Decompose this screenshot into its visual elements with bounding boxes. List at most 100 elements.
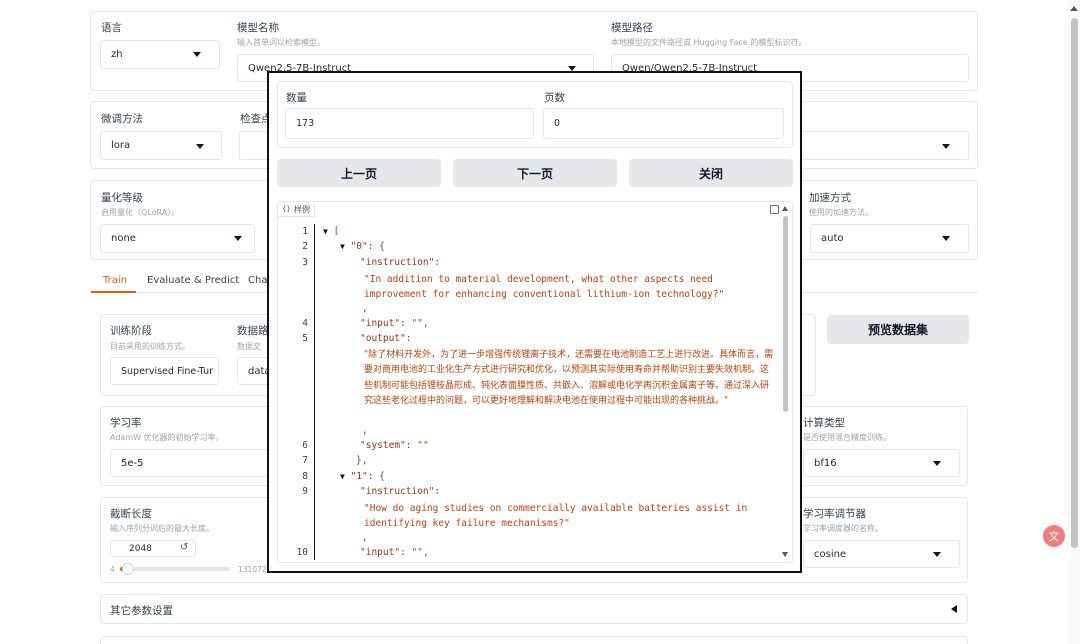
finetune-method-label: 微调方法 <box>101 113 143 125</box>
json-key-1: "1" <box>350 471 368 482</box>
scheduler-hint: 学习率调度器的名称。 <box>803 524 883 533</box>
close-button[interactable]: 关闭 <box>629 159 793 187</box>
code-scrollbar-thumb[interactable] <box>783 216 788 412</box>
accel-value: auto <box>821 233 844 244</box>
chevron-down-icon <box>942 236 950 241</box>
model-path-hint: 本地模型的文件路径或 Hugging Face 的模型标识符。 <box>611 38 807 47</box>
line-number: 7 <box>302 455 308 466</box>
preview-dataset-button[interactable]: 预览数据集 <box>827 315 969 344</box>
line-number: 10 <box>296 547 308 558</box>
count-value: 173 <box>296 118 315 129</box>
finetune-method-value: lora <box>111 140 131 151</box>
json-key-instruction: "instruction" <box>360 257 435 268</box>
line-number: 3 <box>302 257 308 268</box>
chevron-down-icon <box>933 461 941 466</box>
cutoff-slider-thumb[interactable] <box>122 563 134 575</box>
train-stage-label: 训练阶段 <box>110 325 152 337</box>
model-name-hint: 输入首单词以检索模型。 <box>237 38 325 47</box>
code-line-1: ▼ [ <box>323 226 778 237</box>
code-scroll-up-icon[interactable] <box>782 206 788 211</box>
braces-icon: {} <box>282 205 291 213</box>
translate-icon[interactable]: 文 <box>1043 525 1065 547</box>
dataset-dir-label: 数据路 <box>237 325 269 337</box>
chevron-down-icon <box>933 552 941 557</box>
json-key-input: "input" <box>360 318 401 329</box>
json-key-input: "input" <box>360 547 401 558</box>
dataset-preview-modal: 数量 173 页数 0 上一页 下一页 关闭 {} 样例 1 2 3 4 5 6… <box>267 71 802 573</box>
output-0-value: "除了材料开发外，为了进一步增强传统锂离子技术，还需要在电池制造工艺上进行改进。… <box>364 350 774 406</box>
model-name-label: 模型名称 <box>237 22 279 34</box>
compute-type-hint: 是否使用混合精度训练。 <box>803 433 891 442</box>
page-label: 页数 <box>544 92 565 104</box>
code-line-9: "instruction": <box>360 486 441 497</box>
lang-value: zh <box>111 49 123 60</box>
page-scrollbar-thumb[interactable] <box>1071 18 1078 548</box>
quant-value: none <box>111 233 136 244</box>
train-stage-select[interactable]: Supervised Fine-Tur <box>110 357 219 385</box>
input-0-value: "" <box>411 318 423 329</box>
open-bracket: [ <box>333 226 340 237</box>
cutoff-label: 截断长度 <box>110 508 152 520</box>
tab-evaluate[interactable]: Evaluate & Predict <box>147 275 239 286</box>
line-number: 1 <box>302 226 308 237</box>
line-number: 6 <box>302 440 308 451</box>
reset-icon[interactable]: ↺ <box>180 542 188 553</box>
count-input: 173 <box>285 108 534 139</box>
chevron-down-icon <box>196 144 204 149</box>
chevron-down-icon <box>942 144 950 149</box>
collapse-triangle-icon[interactable]: ▼ <box>340 242 345 251</box>
tab-train[interactable]: Train <box>103 275 127 286</box>
train-stage-value: Supervised Fine-Tur <box>121 365 214 377</box>
line-number: 9 <box>302 486 308 497</box>
quant-hint: 启用量化（QLoRA）。 <box>101 208 180 217</box>
lang-select[interactable]: zh <box>100 40 220 69</box>
json-key-instruction: "instruction" <box>360 486 435 497</box>
cutoff-hint: 输入序列分词后的最大长度。 <box>110 524 214 533</box>
collapse-triangle-icon[interactable]: ▼ <box>340 472 345 481</box>
lr-label: 学习率 <box>110 417 142 429</box>
code-line-7: }, <box>356 455 368 466</box>
dataset-dir-hint: 数据文 <box>237 342 261 351</box>
code-line-10: "input": "", <box>360 547 429 558</box>
lr-value: 5e-5 <box>121 457 144 469</box>
collapse-triangle-icon[interactable]: ▼ <box>323 227 328 236</box>
page-input: 0 <box>543 108 784 139</box>
cutoff-slider-track[interactable] <box>120 567 230 571</box>
line-number: 8 <box>302 471 308 482</box>
compute-type-value: bf16 <box>814 457 837 469</box>
code-line-8: ▼ "1": { <box>340 471 385 482</box>
copy-icon[interactable] <box>770 205 779 214</box>
scheduler-value: cosine <box>814 548 847 560</box>
json-key-output: "output" <box>360 333 406 344</box>
json-key-0: "0" <box>350 241 368 252</box>
other-settings-label: 其它参数设置 <box>110 605 173 617</box>
system-0-value: "" <box>417 440 429 451</box>
cutoff-value: 2048 <box>129 543 152 554</box>
page-scrollbar-up-icon[interactable] <box>1070 6 1078 11</box>
line-number: 5 <box>302 333 308 344</box>
triangle-left-icon <box>951 605 957 613</box>
quant-select[interactable]: none <box>100 224 255 253</box>
code-scroll-down-icon[interactable] <box>782 552 788 557</box>
lr-hint: AdamW 优化器的初始学习率。 <box>110 433 224 442</box>
tab-train-underline <box>91 291 136 293</box>
comma: , <box>362 532 368 543</box>
next-page-button[interactable]: 下一页 <box>453 159 617 187</box>
next-accordion[interactable] <box>100 636 968 644</box>
code-line-6: "system": "" <box>360 440 429 451</box>
sample-label: 样例 <box>293 204 310 214</box>
input-1-value: "" <box>411 547 423 558</box>
code-line-4: "input": "", <box>360 318 429 329</box>
code-line-2: ▼ "0": { <box>340 241 385 252</box>
cutoff-max: 131072 <box>238 565 267 574</box>
code-line-5: "output": <box>360 333 412 344</box>
prev-page-button[interactable]: 上一页 <box>277 159 441 187</box>
json-key-system: "system" <box>360 440 406 451</box>
accel-hint: 使用的加速方法。 <box>809 208 873 217</box>
other-settings-accordion[interactable] <box>100 594 968 624</box>
lr-input[interactable]: 5e-5 <box>110 449 268 477</box>
instruction-1-value: "How do aging studies on commercially av… <box>364 503 748 530</box>
instruction-0-value: "In addition to material development, wh… <box>364 274 725 301</box>
sample-json-viewer: {} 样例 1 2 3 4 5 6 7 8 9 10 ▼ [ ▼ "0": { … <box>277 201 793 563</box>
chevron-down-icon <box>234 236 242 241</box>
